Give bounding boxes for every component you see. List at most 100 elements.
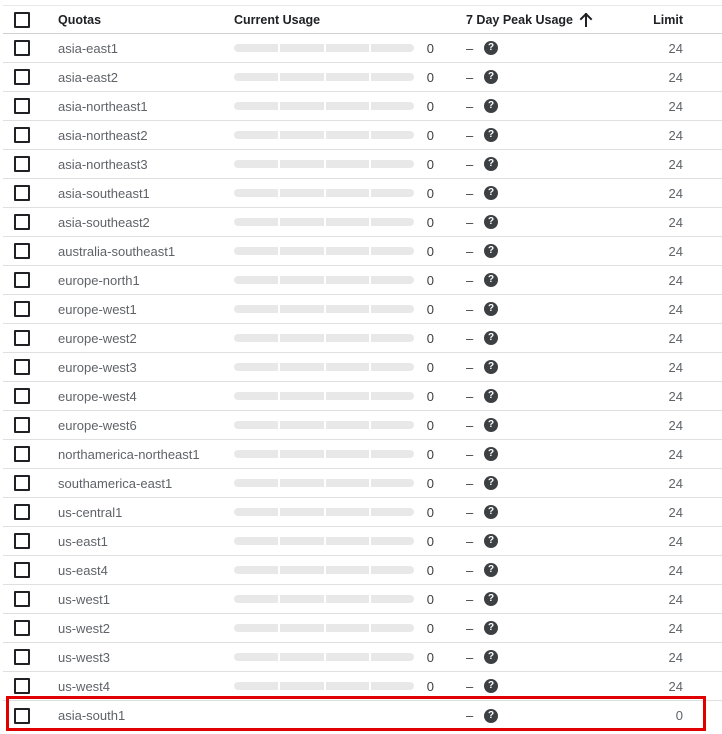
- help-circle-icon[interactable]: ?: [484, 505, 498, 519]
- row-checkbox[interactable]: [14, 707, 30, 724]
- help-circle-icon[interactable]: ?: [484, 621, 498, 635]
- limit-value: 24: [668, 127, 683, 143]
- table-row[interactable]: us-west1 0 –? 24: [3, 585, 722, 614]
- help-circle-icon[interactable]: ?: [484, 447, 498, 461]
- peak-usage-value: –: [466, 533, 474, 549]
- table-row[interactable]: asia-northeast1 0 –? 24: [3, 92, 722, 121]
- current-usage-value: 0: [426, 649, 434, 665]
- row-checkbox[interactable]: [14, 417, 30, 433]
- table-row[interactable]: asia-southeast2 0 –? 24: [3, 208, 722, 237]
- help-circle-icon[interactable]: ?: [484, 215, 498, 229]
- table-row[interactable]: asia-northeast3 0 –? 24: [3, 150, 722, 179]
- help-circle-icon[interactable]: ?: [484, 273, 498, 287]
- table-row[interactable]: australia-southeast1 0 –? 24: [3, 237, 722, 266]
- help-cell: ?: [484, 498, 498, 526]
- row-select-cell: [14, 295, 30, 323]
- help-cell: ?: [484, 121, 498, 149]
- help-circle-icon[interactable]: ?: [484, 679, 498, 693]
- help-circle-icon[interactable]: ?: [484, 476, 498, 490]
- column-header-limit[interactable]: Limit: [643, 6, 683, 33]
- row-checkbox[interactable]: [14, 214, 30, 230]
- peak-usage-value: –: [466, 330, 474, 346]
- help-circle-icon[interactable]: ?: [484, 331, 498, 345]
- peak-usage-value: –: [466, 678, 474, 694]
- table-row[interactable]: asia-northeast2 0 –? 24: [3, 121, 722, 150]
- usage-bar-cell: [234, 411, 414, 439]
- row-checkbox[interactable]: [14, 475, 30, 491]
- table-row[interactable]: asia-southeast1 0 –? 24: [3, 179, 722, 208]
- limit-value: 24: [668, 156, 683, 172]
- usage-bar-cell: [234, 179, 414, 207]
- quota-name: southamerica-east1: [58, 475, 173, 491]
- help-circle-icon[interactable]: ?: [484, 186, 498, 200]
- table-row[interactable]: asia-south1 –? 0: [3, 701, 722, 730]
- table-row[interactable]: europe-west1 0 –? 24: [3, 295, 722, 324]
- row-checkbox[interactable]: [14, 562, 30, 578]
- row-checkbox[interactable]: [14, 649, 30, 665]
- table-row[interactable]: us-west4 0 –? 24: [3, 672, 722, 701]
- table-row[interactable]: southamerica-east1 0 –? 24: [3, 469, 722, 498]
- row-select-cell: [14, 556, 30, 584]
- quota-name: asia-northeast2: [58, 127, 148, 143]
- row-checkbox[interactable]: [14, 98, 30, 114]
- help-circle-icon[interactable]: ?: [484, 128, 498, 142]
- table-row[interactable]: asia-east2 0 –? 24: [3, 63, 722, 92]
- row-checkbox[interactable]: [14, 678, 30, 694]
- row-checkbox[interactable]: [14, 40, 30, 56]
- table-row[interactable]: asia-east1 0 –? 24: [3, 34, 722, 63]
- help-circle-icon[interactable]: ?: [484, 534, 498, 548]
- usage-bar: [234, 537, 414, 545]
- table-row[interactable]: us-west3 0 –? 24: [3, 643, 722, 672]
- usage-bar-cell: [234, 324, 414, 352]
- limit-value: 24: [668, 620, 683, 636]
- help-circle-icon[interactable]: ?: [484, 389, 498, 403]
- table-row[interactable]: europe-west6 0 –? 24: [3, 411, 722, 440]
- row-checkbox[interactable]: [14, 359, 30, 375]
- table-row[interactable]: europe-west2 0 –? 24: [3, 324, 722, 353]
- help-circle-icon[interactable]: ?: [484, 418, 498, 432]
- row-checkbox[interactable]: [14, 330, 30, 346]
- help-circle-icon[interactable]: ?: [484, 563, 498, 577]
- column-header-peak-usage[interactable]: 7 Day Peak Usage: [466, 6, 593, 33]
- help-circle-icon[interactable]: ?: [484, 41, 498, 55]
- help-cell: ?: [484, 324, 498, 352]
- row-checkbox[interactable]: [14, 272, 30, 288]
- usage-bar: [234, 73, 414, 81]
- row-checkbox[interactable]: [14, 156, 30, 172]
- help-circle-icon[interactable]: ?: [484, 360, 498, 374]
- row-checkbox[interactable]: [14, 446, 30, 462]
- help-circle-icon[interactable]: ?: [484, 592, 498, 606]
- row-checkbox[interactable]: [14, 620, 30, 636]
- table-row[interactable]: us-east4 0 –? 24: [3, 556, 722, 585]
- row-checkbox[interactable]: [14, 388, 30, 404]
- row-checkbox[interactable]: [14, 243, 30, 259]
- row-checkbox[interactable]: [14, 185, 30, 201]
- arrow-upward-icon[interactable]: [579, 12, 593, 27]
- help-circle-icon[interactable]: ?: [484, 70, 498, 84]
- help-cell: ?: [484, 92, 498, 120]
- column-header-quotas[interactable]: Quotas: [58, 6, 101, 33]
- help-circle-icon[interactable]: ?: [484, 244, 498, 258]
- help-circle-icon[interactable]: ?: [484, 302, 498, 316]
- row-checkbox[interactable]: [14, 533, 30, 549]
- table-row[interactable]: northamerica-northeast1 0 –? 24: [3, 440, 722, 469]
- row-checkbox[interactable]: [14, 591, 30, 607]
- row-select-cell: [14, 672, 30, 700]
- select-all-checkbox[interactable]: [14, 11, 30, 28]
- row-checkbox[interactable]: [14, 504, 30, 520]
- table-row[interactable]: europe-west3 0 –? 24: [3, 353, 722, 382]
- quota-name: australia-southeast1: [58, 243, 176, 259]
- table-row[interactable]: us-central1 0 –? 24: [3, 498, 722, 527]
- help-circle-icon[interactable]: ?: [484, 708, 498, 723]
- table-row[interactable]: europe-north1 0 –? 24: [3, 266, 722, 295]
- row-checkbox[interactable]: [14, 127, 30, 143]
- table-row[interactable]: europe-west4 0 –? 24: [3, 382, 722, 411]
- table-row[interactable]: us-east1 0 –? 24: [3, 527, 722, 556]
- row-checkbox[interactable]: [14, 301, 30, 317]
- help-circle-icon[interactable]: ?: [484, 157, 498, 171]
- help-circle-icon[interactable]: ?: [484, 99, 498, 113]
- table-row[interactable]: us-west2 0 –? 24: [3, 614, 722, 643]
- column-header-current-usage[interactable]: Current Usage: [234, 6, 320, 33]
- row-checkbox[interactable]: [14, 69, 30, 85]
- help-circle-icon[interactable]: ?: [484, 650, 498, 664]
